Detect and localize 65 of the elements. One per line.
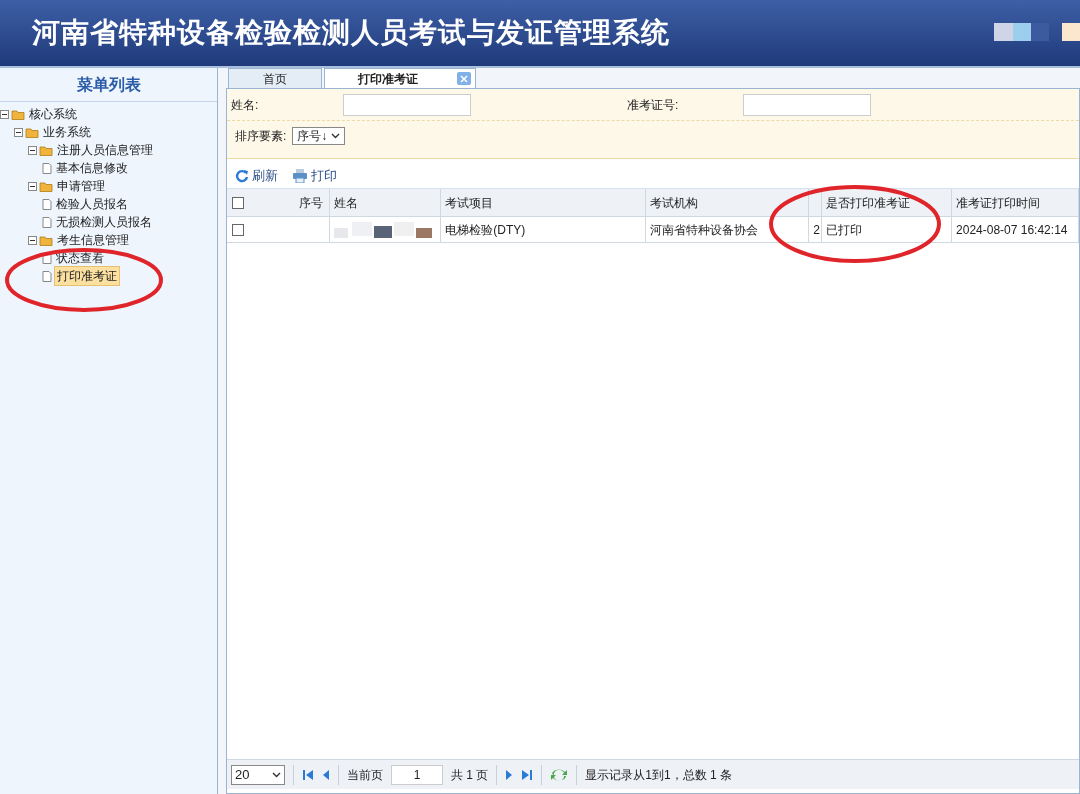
- tree-item[interactable]: 业务系统: [41, 123, 93, 141]
- record-summary: 显示记录从1到1，总数 1 条: [585, 766, 733, 784]
- tree-item[interactable]: 核心系统: [27, 105, 79, 123]
- table-cell-text: 河南省特种设备协会: [649, 221, 758, 239]
- table-cell-text: 2024-08-07 16:42:14: [956, 221, 1068, 239]
- name-field[interactable]: [343, 93, 471, 116]
- page-number-field[interactable]: 1: [391, 764, 443, 785]
- collapse-icon[interactable]: [0, 109, 9, 119]
- checkbox[interactable]: [231, 196, 244, 209]
- refresh-icon: [235, 168, 249, 183]
- page-icon: [42, 162, 52, 174]
- column-header: 序号: [299, 194, 324, 212]
- column-header: 考试机构: [649, 194, 698, 212]
- folder-icon: [39, 234, 53, 246]
- column-header: 准考证打印时间: [956, 194, 1041, 212]
- system-title: 河南省特种设备检验检测人员考试与发证管理系统: [32, 16, 670, 50]
- field-label: 姓名:: [230, 96, 260, 114]
- folder-icon: [39, 144, 53, 156]
- column-header: 是否打印准考证: [826, 194, 911, 212]
- tree-item[interactable]: 考生信息管理: [55, 231, 131, 249]
- collapse-icon[interactable]: [14, 127, 23, 137]
- column-header: 姓名: [334, 194, 359, 212]
- tree-item[interactable]: 注册人员信息管理: [55, 141, 155, 159]
- tree-item[interactable]: 申请管理: [55, 177, 107, 195]
- table-cell-text: 2: [813, 221, 820, 239]
- sort-select[interactable]: 序号↓: [292, 127, 346, 145]
- refresh-icon[interactable]: [550, 767, 569, 782]
- collapse-icon[interactable]: [28, 235, 37, 245]
- collapse-icon[interactable]: [28, 145, 37, 155]
- last-page-icon[interactable]: [521, 768, 534, 781]
- column-header: 考试项目: [445, 194, 494, 212]
- collapse-icon[interactable]: [28, 181, 37, 191]
- ticket-number-field[interactable]: [743, 93, 871, 116]
- printer-icon: [292, 168, 308, 183]
- first-page-icon[interactable]: [302, 768, 314, 781]
- folder-icon: [25, 126, 39, 138]
- page-icon: [42, 198, 52, 210]
- close-icon[interactable]: [457, 72, 471, 85]
- tree-item[interactable]: 基本信息修改: [54, 159, 130, 177]
- refresh-button[interactable]: 刷新: [235, 165, 278, 186]
- tab[interactable]: 打印准考证: [324, 68, 476, 88]
- tree-item[interactable]: 状态查看: [54, 249, 106, 267]
- folder-icon: [11, 108, 25, 120]
- sidebar-title: 菜单列表: [76, 74, 141, 95]
- table-cell-text: 已打印: [826, 221, 863, 239]
- tree-item[interactable]: 打印准考证: [54, 266, 120, 286]
- page-size-select[interactable]: 20: [231, 764, 285, 785]
- chevron-down-icon: [272, 771, 281, 778]
- field-label: 排序要素:: [235, 128, 287, 145]
- next-page-icon[interactable]: [505, 768, 514, 781]
- page-icon: [42, 252, 52, 264]
- table-cell-text: 电梯检验(DTY): [445, 221, 526, 239]
- checkbox[interactable]: [231, 223, 244, 236]
- page-icon: [42, 270, 52, 282]
- print-button[interactable]: 打印: [292, 165, 337, 186]
- folder-icon: [39, 180, 53, 192]
- tab[interactable]: 首页: [228, 68, 322, 88]
- page-icon: [42, 216, 52, 228]
- current-page-label: 当前页: [347, 766, 383, 784]
- chevron-down-icon: [331, 133, 341, 139]
- total-pages-label: 共 1 页: [451, 766, 489, 784]
- previous-page-icon[interactable]: [322, 768, 330, 781]
- field-label: 准考证号:: [627, 96, 680, 114]
- tree-item[interactable]: 检验人员报名: [54, 195, 130, 213]
- tree-item[interactable]: 无损检测人员报名: [54, 213, 154, 231]
